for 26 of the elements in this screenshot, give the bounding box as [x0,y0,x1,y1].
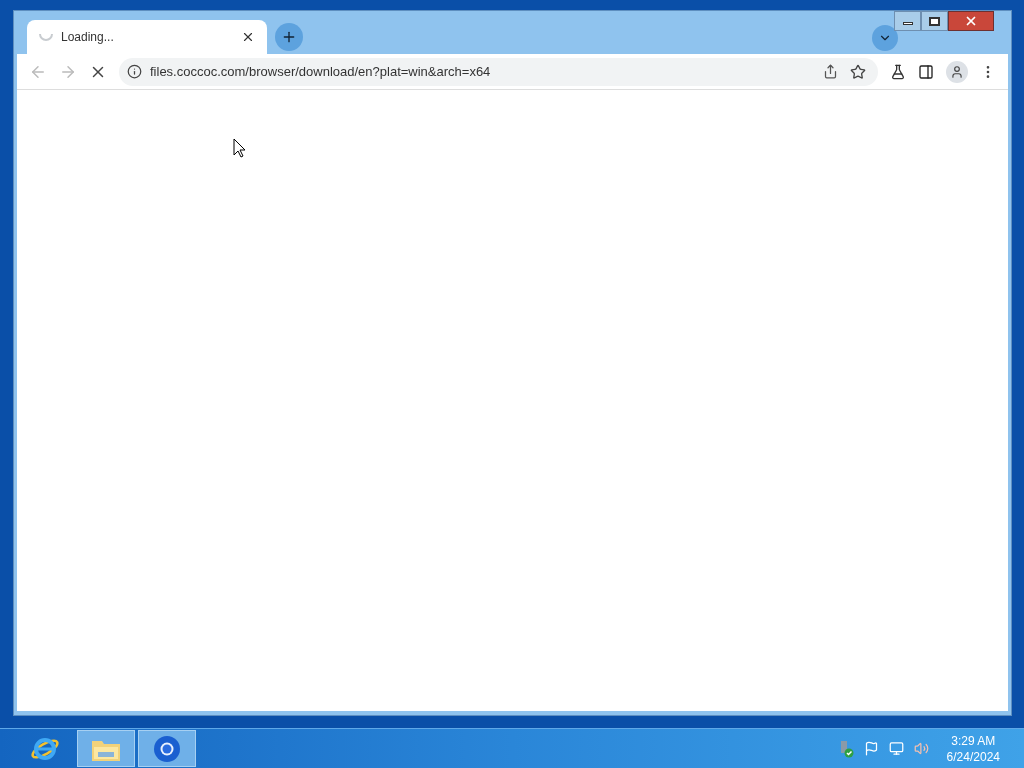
plus-icon [281,29,297,45]
info-icon[interactable] [127,64,142,79]
new-tab-button[interactable] [275,23,303,51]
flag-icon[interactable] [863,741,879,756]
close-icon[interactable] [241,30,255,44]
address-bar[interactable]: files.coccoc.com/browser/download/en?plat=win&arch=x64 [119,57,878,86]
minimize-button[interactable] [894,11,921,31]
tab-title: Loading... [61,29,115,46]
person-icon [950,64,964,79]
tab-search-button[interactable] [872,25,898,51]
maximize-button[interactable] [921,11,948,31]
browser-logo-icon [152,733,182,764]
network-icon[interactable] [888,741,904,756]
flask-icon[interactable] [890,63,906,80]
browser-tab[interactable]: Loading... [27,20,267,54]
mouse-cursor-icon [233,138,246,158]
share-icon[interactable] [823,64,838,79]
url-text: files.coccoc.com/browser/download/en?plat=win&arch=x64 [150,62,492,81]
close-window-button[interactable] [948,11,994,31]
close-icon [964,14,978,28]
taskbar-app-button[interactable] [138,730,196,767]
profile-avatar[interactable] [946,60,968,83]
clock-time: 3:29 AM [951,732,996,749]
star-icon[interactable] [850,63,866,80]
clock-date: 6/24/2024 [946,748,1000,765]
side-panel-icon[interactable] [918,63,934,80]
